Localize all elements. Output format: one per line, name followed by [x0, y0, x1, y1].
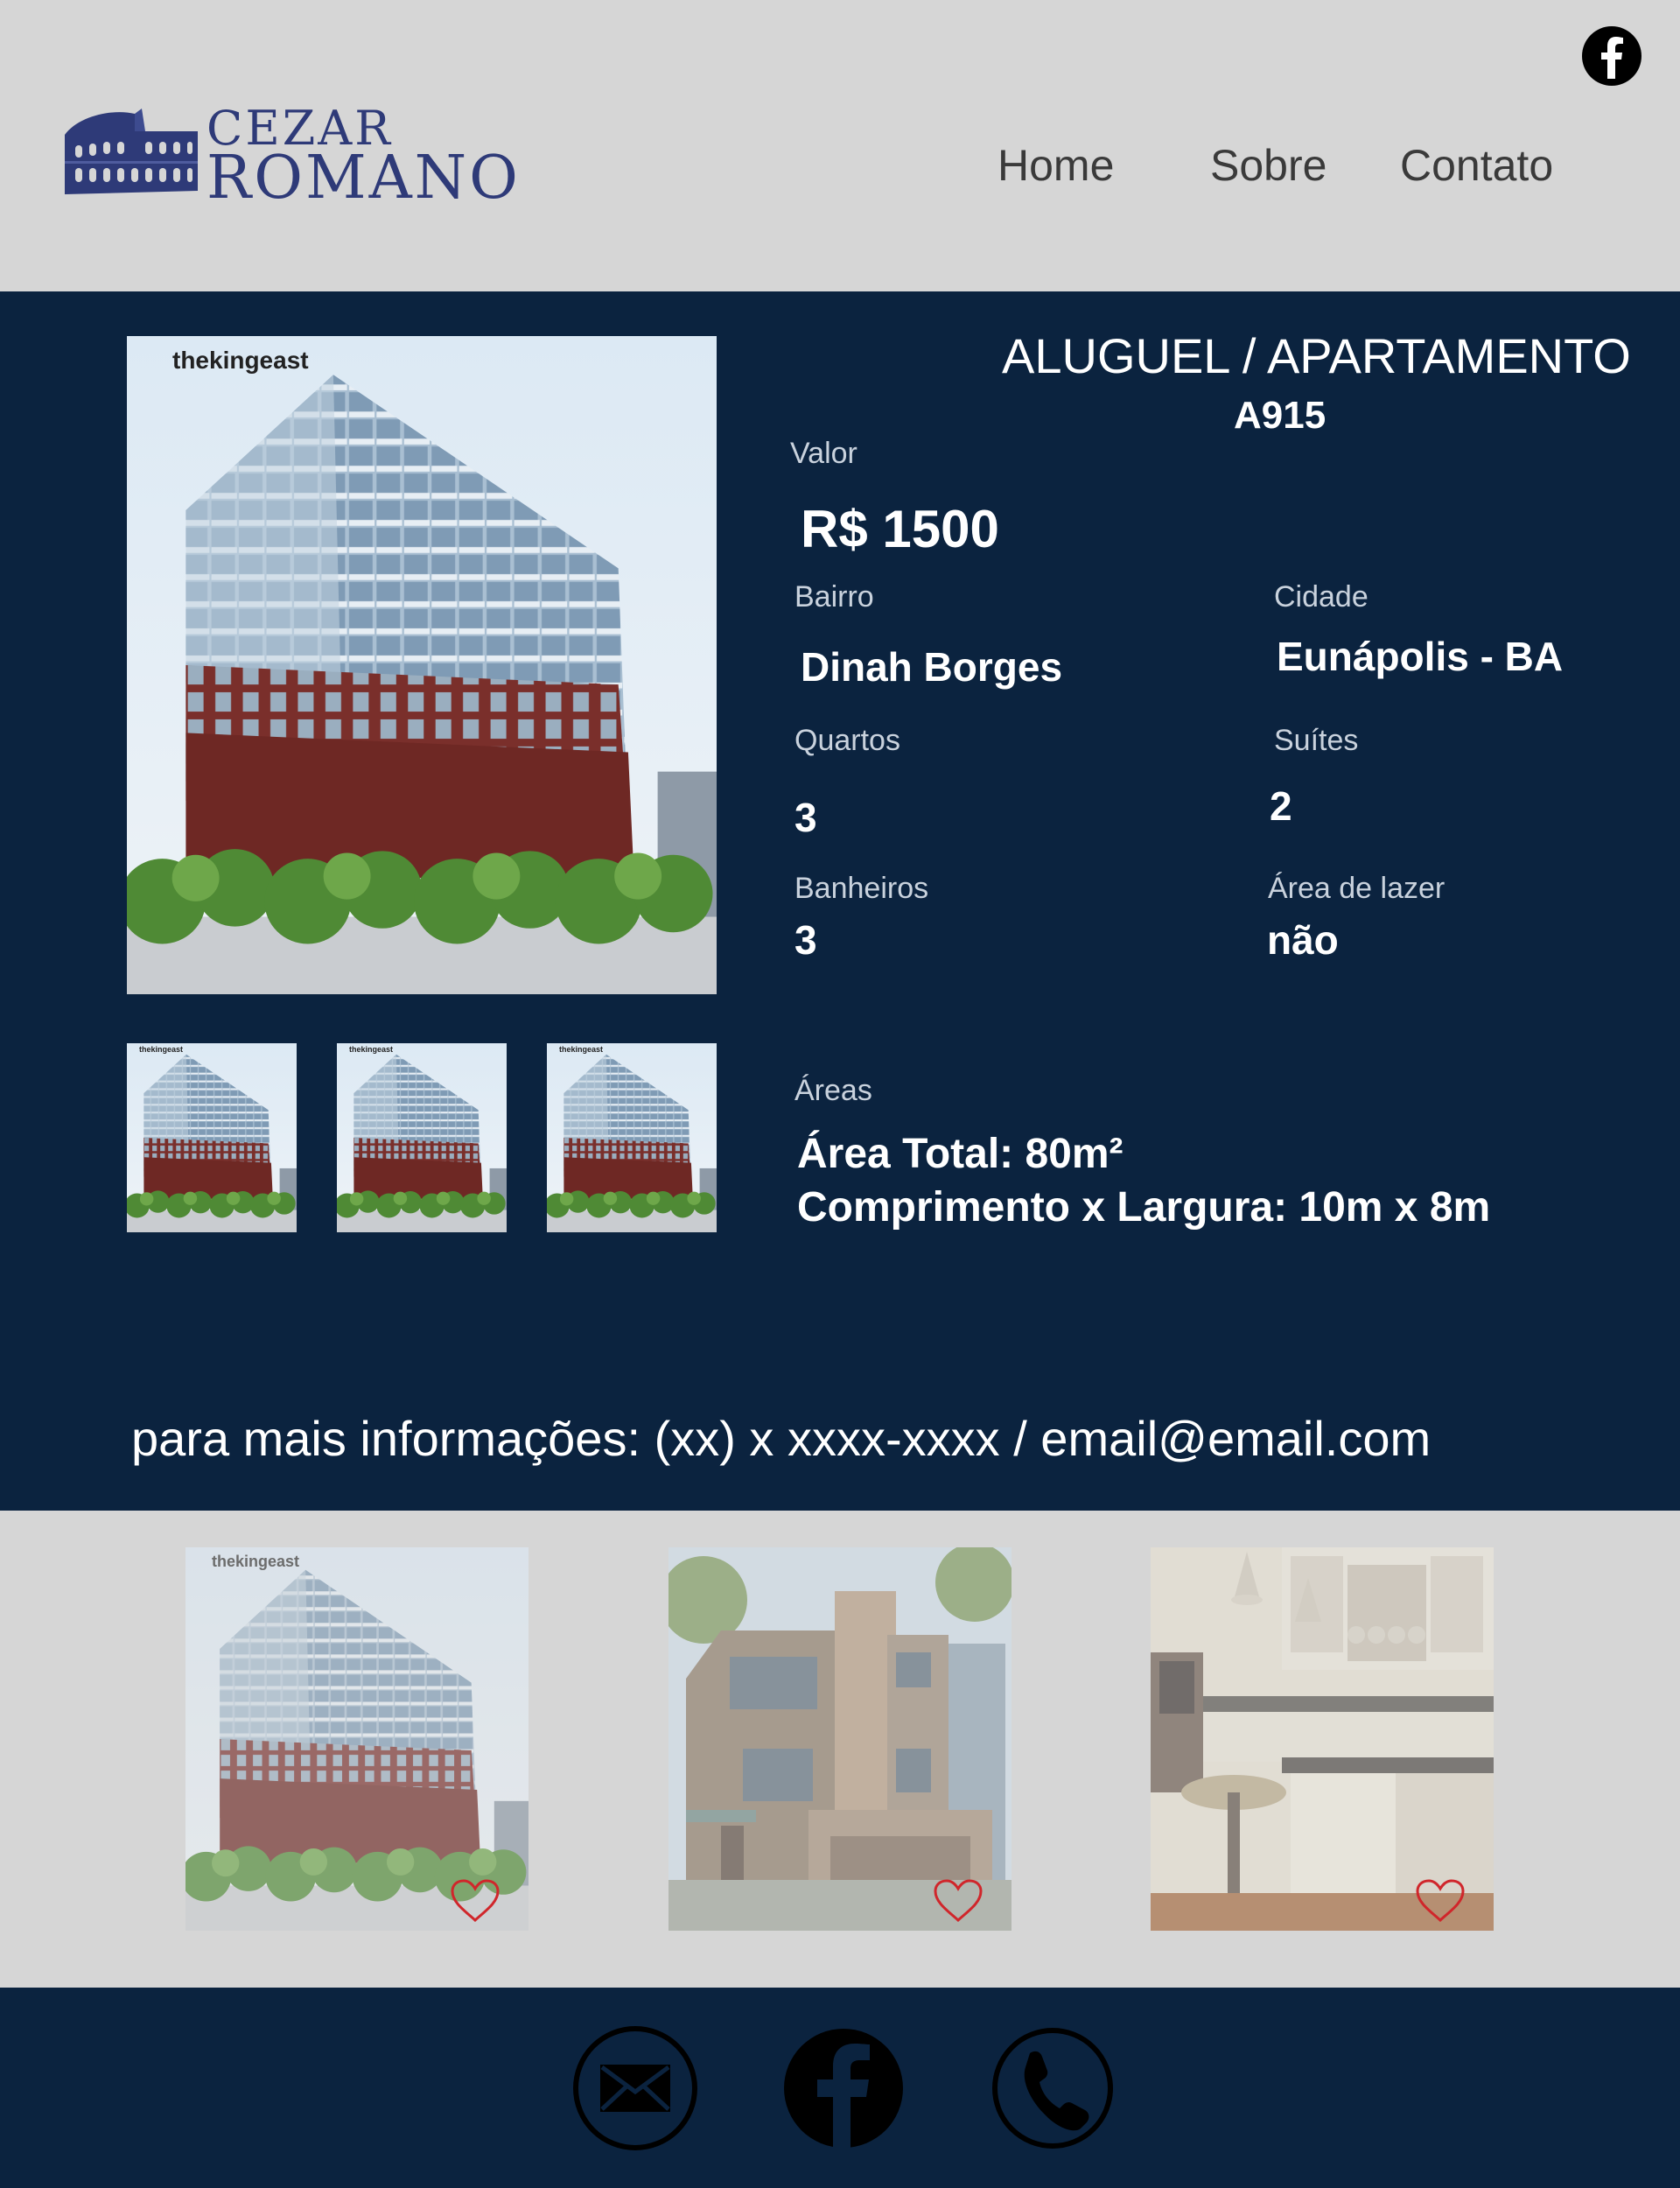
quartos-value: 3 — [794, 795, 817, 840]
nav-contato[interactable]: Contato — [1400, 144, 1553, 187]
quartos-label: Quartos — [794, 724, 900, 757]
building-thumb — [337, 1043, 507, 1232]
phone-icon[interactable] — [990, 2025, 1116, 2151]
area-lazer-label: Área de lazer — [1268, 872, 1446, 905]
area-lazer-value: não — [1267, 917, 1339, 963]
related-listings: thekingeast — [0, 1511, 1680, 1988]
building-thumb — [547, 1043, 717, 1232]
heart-icon[interactable] — [450, 1878, 500, 1924]
main-property-image[interactable]: thekingeast — [127, 336, 717, 994]
areas-label: Áreas — [794, 1074, 872, 1107]
contact-info: para mais informações: (xx) x xxxx-xxxx … — [131, 1411, 1432, 1466]
area-dimensions: Comprimento x Largura: 10m x 8m — [797, 1184, 1491, 1231]
thumb-watermark: thekingeast — [349, 1045, 394, 1054]
listing-card-1[interactable]: thekingeast — [186, 1547, 528, 1931]
thumb-watermark: thekingeast — [559, 1045, 604, 1054]
facebook-icon[interactable] — [1582, 26, 1642, 86]
nav-sobre[interactable]: Sobre — [1210, 144, 1326, 187]
listing-card-3[interactable] — [1151, 1547, 1494, 1931]
building-photo — [127, 336, 717, 994]
cidade-label: Cidade — [1274, 580, 1368, 614]
heart-icon[interactable] — [933, 1878, 984, 1924]
mail-icon[interactable] — [572, 2025, 698, 2151]
nav-home[interactable]: Home — [998, 144, 1114, 187]
listing-title: ALUGUEL / APARTAMENTO — [1002, 328, 1631, 383]
suites-label: Suítes — [1274, 724, 1359, 757]
heart-icon[interactable] — [1415, 1878, 1466, 1924]
banheiros-label: Banheiros — [794, 872, 929, 905]
site-header: CEZAR ROMANO Home Sobre Contato — [0, 0, 1680, 291]
brand-logo[interactable]: CEZAR ROMANO — [61, 102, 518, 208]
valor-label: Valor — [790, 437, 858, 470]
thumbnail-1[interactable]: thekingeast — [127, 1043, 297, 1232]
banheiros-value: 3 — [794, 917, 817, 963]
area-total: Área Total: 80m² — [797, 1131, 1124, 1177]
brand-name-line2: ROMANO — [206, 144, 521, 213]
listing-detail: thekingeast thekingeast thekingeast thek… — [0, 291, 1680, 1511]
cidade-value: Eunápolis - BA — [1277, 634, 1564, 679]
listing-code: A915 — [1234, 394, 1326, 437]
thumb-watermark: thekingeast — [139, 1045, 184, 1054]
thumbnail-2[interactable]: thekingeast — [337, 1043, 507, 1232]
bairro-value: Dinah Borges — [801, 644, 1063, 690]
valor-value: R$ 1500 — [801, 500, 999, 558]
colosseum-icon — [65, 109, 198, 194]
facebook-icon[interactable] — [780, 2025, 906, 2151]
suites-value: 2 — [1270, 783, 1292, 829]
listing-card-2[interactable] — [668, 1547, 1012, 1931]
bairro-label: Bairro — [794, 580, 874, 614]
thumbnail-3[interactable]: thekingeast — [547, 1043, 717, 1232]
site-footer — [0, 1988, 1680, 2188]
image-watermark: thekingeast — [172, 347, 309, 374]
building-thumb — [127, 1043, 297, 1232]
